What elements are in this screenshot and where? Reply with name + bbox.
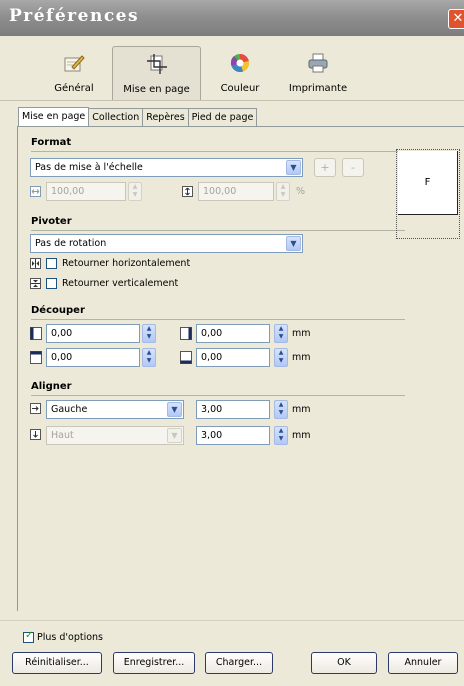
flip-horizontal-icon	[30, 258, 41, 269]
tab-marks[interactable]: Repères	[143, 108, 189, 126]
height-arrows-icon	[182, 186, 193, 197]
crop-top-field[interactable]: 0,00	[46, 348, 140, 367]
flip-vertical-icon	[30, 278, 41, 289]
scale-select-value: Pas de mise à l'échelle	[35, 162, 143, 173]
save-button[interactable]: Enregistrer...	[113, 652, 195, 674]
crop-divider	[31, 319, 405, 320]
crop-bottom-unit: mm	[292, 352, 311, 363]
title-bar[interactable]: Préférences ✕	[0, 0, 464, 36]
toolbar-general-label: Général	[54, 83, 94, 94]
vertical-align-value: Haut	[51, 430, 74, 441]
flip-horizontal-label: Retourner horizontalement	[62, 258, 191, 269]
align-horizontal-icon	[30, 403, 41, 414]
toolbar-printer-label: Imprimante	[288, 83, 348, 94]
width-field[interactable]: 100,00	[46, 182, 126, 201]
height-spinner[interactable]: ▲ ▼	[276, 182, 290, 201]
crop-left-icon	[30, 327, 42, 340]
crop-bottom-field[interactable]: 0,00	[196, 348, 270, 367]
crop-right-icon	[180, 327, 192, 340]
cancel-button[interactable]: Annuler	[388, 652, 458, 674]
color-wheel-icon	[230, 53, 250, 73]
vertical-offset-spinner[interactable]: ▲ ▼	[274, 426, 288, 445]
preview-page: F	[398, 151, 458, 215]
crop-heading: Découper	[31, 305, 85, 316]
crop-left-spinner[interactable]: ▲ ▼	[142, 324, 156, 343]
load-button[interactable]: Charger...	[205, 652, 273, 674]
reset-button[interactable]: Réinitialiser...	[12, 652, 102, 674]
toolbar-general-button[interactable]: Général	[40, 46, 108, 100]
crop-left-field[interactable]: 0,00	[46, 324, 140, 343]
format-heading: Format	[31, 137, 72, 148]
toolbar-color-label: Couleur	[220, 83, 260, 94]
crop-right-spinner[interactable]: ▲ ▼	[274, 324, 288, 343]
horizontal-align-value: Gauche	[51, 404, 88, 415]
vertical-offset-field[interactable]: 3,00	[196, 426, 270, 445]
ok-button[interactable]: OK	[311, 652, 377, 674]
flip-vertical-label: Retourner verticalement	[62, 278, 179, 289]
more-options-checkbox[interactable]	[23, 630, 34, 643]
add-format-button[interactable]: +	[314, 158, 336, 177]
rotation-select[interactable]: Pas de rotation ▼	[30, 234, 303, 253]
crop-icon	[146, 54, 167, 74]
chevron-down-icon: ▼	[286, 236, 301, 251]
horizontal-offset-field[interactable]: 3,00	[196, 400, 270, 419]
crop-bottom-spinner[interactable]: ▲ ▼	[274, 348, 288, 367]
flip-vertical-checkbox[interactable]	[46, 278, 57, 289]
dialog-footer: Plus d'options Réinitialiser... Enregist…	[0, 620, 464, 686]
window-title: Préférences	[9, 6, 140, 26]
width-arrows-icon	[30, 186, 41, 197]
printer-icon	[308, 53, 328, 73]
crop-right-unit: mm	[292, 328, 311, 339]
horizontal-align-select[interactable]: Gauche ▼	[46, 400, 184, 419]
chevron-down-icon: ▼	[167, 428, 182, 443]
preferences-window: Préférences ✕ Général Mise en page Coule…	[0, 0, 464, 686]
tab-footer[interactable]: Pied de page	[188, 108, 258, 126]
scale-select[interactable]: Pas de mise à l'échelle ▼	[30, 158, 303, 177]
width-spinner[interactable]: ▲ ▼	[128, 182, 142, 201]
crop-top-icon	[30, 351, 42, 364]
rotation-select-value: Pas de rotation	[35, 238, 107, 249]
vertical-align-select[interactable]: Haut ▼	[46, 426, 184, 445]
chevron-down-icon: ▼	[286, 160, 301, 175]
height-field[interactable]: 100,00	[198, 182, 274, 201]
more-options-label: Plus d'options	[37, 632, 103, 643]
scale-unit: %	[296, 186, 306, 197]
category-toolbar: Général Mise en page Couleur Imprimante	[0, 36, 464, 100]
align-vertical-icon	[30, 429, 41, 440]
horizontal-offset-unit: mm	[292, 404, 311, 415]
tab-collection[interactable]: Collection	[89, 108, 144, 126]
crop-bottom-icon	[180, 351, 192, 364]
vertical-offset-unit: mm	[292, 430, 311, 441]
close-button[interactable]: ✕	[448, 9, 464, 29]
horizontal-offset-spinner[interactable]: ▲ ▼	[274, 400, 288, 419]
remove-format-button[interactable]: -	[342, 158, 364, 177]
align-heading: Aligner	[31, 381, 72, 392]
toolbar-page-setup-label: Mise en page	[123, 84, 190, 95]
sub-tabs: Mise en page Collection Repères Pied de …	[18, 107, 258, 127]
main-area: Mise en page Collection Repères Pied de …	[0, 100, 464, 620]
align-divider	[31, 395, 405, 396]
toolbar-page-setup-button[interactable]: Mise en page	[112, 46, 201, 100]
chevron-down-icon: ▼	[167, 402, 182, 417]
toolbar-printer-button[interactable]: Imprimante	[280, 46, 356, 100]
crop-top-spinner[interactable]: ▲ ▼	[142, 348, 156, 367]
toolbar-color-button[interactable]: Couleur	[205, 46, 275, 100]
pencil-notepad-icon	[64, 55, 85, 72]
rotate-divider	[31, 230, 405, 231]
format-divider	[31, 151, 405, 152]
rotate-heading: Pivoter	[31, 216, 72, 227]
flip-horizontal-checkbox[interactable]	[46, 258, 57, 269]
crop-right-field[interactable]: 0,00	[196, 324, 270, 343]
page-preview: F	[396, 149, 460, 239]
tab-page-setup[interactable]: Mise en page	[18, 107, 90, 127]
